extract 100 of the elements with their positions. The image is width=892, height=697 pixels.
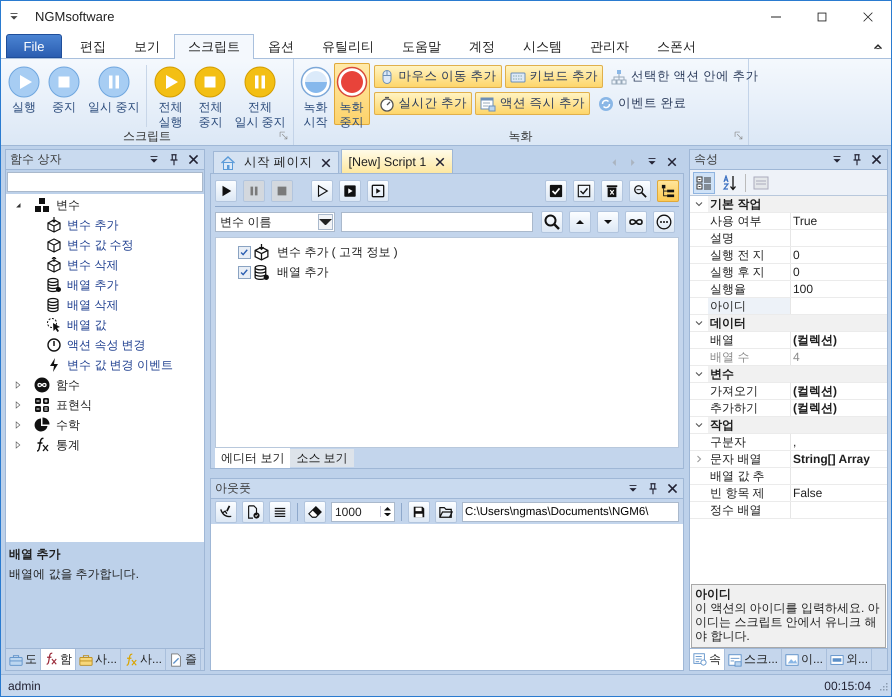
property-name[interactable]: 배열 [708, 332, 790, 348]
toolbar-button[interactable] [435, 500, 457, 522]
tree-item[interactable]: 변수 값 수정 [67, 236, 134, 254]
categorized-button[interactable] [693, 172, 715, 194]
property-value[interactable]: String[] Array [793, 452, 870, 466]
property-value[interactable]: 0 [793, 265, 800, 279]
script-item[interactable]: 변수 추가 ( 고객 정보 ) [277, 244, 398, 260]
tree-item[interactable]: 함수 [56, 376, 80, 394]
ribbon-button[interactable]: 이벤트 완료 [593, 92, 692, 115]
property-name[interactable]: 추가하기 [708, 400, 790, 416]
property-name[interactable]: 정수 배열 [708, 502, 790, 518]
panel-tab[interactable]: 속 [690, 649, 725, 670]
property-value[interactable]: 100 [793, 282, 814, 296]
property-name[interactable]: 사용 여부 [708, 213, 790, 229]
menu-tab[interactable]: 계정 [455, 34, 509, 58]
panel-tab[interactable]: 즐 [166, 649, 202, 670]
tree-item[interactable]: 변수 삭제 [67, 256, 118, 274]
number-field[interactable]: 1000 [331, 502, 395, 522]
search-field[interactable] [7, 172, 203, 192]
ribbon-button[interactable]: 중지 [45, 63, 83, 125]
tree-item[interactable]: 변수 추가 [67, 216, 118, 234]
menu-tab[interactable]: 편집 [66, 34, 120, 58]
document-tab[interactable]: 시작 페이지 [213, 151, 340, 173]
property-name[interactable]: 아이디 [708, 298, 790, 314]
path-field[interactable]: C:\Users\ngmas\Documents\NGM6\ [462, 502, 679, 522]
more-button[interactable] [653, 211, 675, 233]
toolbar-button[interactable] [629, 180, 651, 202]
toolbar-button[interactable] [269, 500, 291, 522]
property-value[interactable]: True [793, 214, 818, 228]
property-value[interactable]: , [793, 435, 796, 449]
caret-up-button[interactable] [569, 211, 591, 233]
ribbon-button[interactable]: 액션 즉시 추가 [475, 92, 590, 115]
property-value[interactable]: (컬렉션) [793, 400, 837, 416]
toolbar-button[interactable] [215, 500, 237, 522]
property-name[interactable]: 가져오기 [708, 383, 790, 399]
ribbon-button[interactable]: 일시 중지 [85, 63, 142, 125]
menu-tab[interactable]: 관리자 [576, 34, 643, 58]
property-name[interactable]: 실행율 [708, 281, 790, 297]
panel-tab[interactable]: 사... [121, 649, 166, 670]
document-tab[interactable]: [New] Script 1 [341, 149, 454, 173]
toolbar-button[interactable] [601, 180, 623, 202]
menu-tab[interactable]: 보기 [120, 34, 174, 58]
property-name[interactable]: 실행 전 지 [708, 247, 790, 263]
filter-dropdown[interactable]: 변수 이름 [215, 212, 335, 232]
dialog-launcher-button[interactable] [278, 130, 289, 141]
infinity-button[interactable] [625, 211, 647, 233]
property-value[interactable]: False [793, 486, 822, 500]
tree-item[interactable]: 배열 삭제 [67, 296, 118, 314]
tree-item[interactable]: 배열 추가 [67, 276, 118, 294]
panel-tab[interactable]: 스크... [725, 649, 782, 670]
dialog-launcher-button[interactable] [732, 130, 744, 141]
filter-field[interactable] [341, 212, 533, 232]
close-button[interactable] [666, 482, 679, 495]
tree-item[interactable]: 통계 [56, 436, 80, 454]
tree-item[interactable]: 변수 [56, 196, 80, 214]
close-button[interactable] [187, 153, 200, 166]
property-value[interactable]: (컬렉션) [793, 332, 837, 348]
tree-item[interactable]: 배열 값 [67, 316, 106, 334]
close-button[interactable] [870, 153, 883, 166]
property-name[interactable]: 배열 값 추 [708, 468, 790, 484]
file-menu-button[interactable]: File [6, 34, 62, 58]
menu-tab[interactable]: 유틸리티 [308, 34, 388, 58]
property-name[interactable]: 빈 항목 제 [708, 485, 790, 501]
toolbar-button[interactable] [215, 180, 237, 202]
property-value[interactable]: (컬렉션) [793, 382, 837, 400]
toolbar-button[interactable] [657, 180, 679, 202]
view-tab[interactable]: 에디터 보기 [215, 448, 290, 468]
panel-tab[interactable]: 함 [41, 649, 76, 670]
script-item[interactable]: 배열 추가 [277, 264, 328, 280]
close-button[interactable] [666, 156, 678, 168]
toolbar-button[interactable] [367, 180, 389, 202]
menu-tab[interactable]: 도움말 [388, 34, 455, 58]
menu-tab[interactable]: 시스템 [509, 34, 576, 58]
panel-tab[interactable]: 이... [782, 649, 828, 670]
toolbar-button[interactable] [545, 180, 567, 202]
search-button[interactable] [541, 211, 563, 233]
caret-down-button[interactable] [597, 211, 619, 233]
ribbon-button[interactable]: 마우스 이동 추가 [374, 65, 502, 88]
menu-tab[interactable]: 스폰서 [643, 34, 710, 58]
property-name[interactable]: 문자 배열 [708, 451, 790, 467]
ribbon-button[interactable]: 실행 [5, 63, 43, 125]
toolbar-button[interactable] [339, 180, 361, 202]
ribbon-button[interactable]: 실시간 추가 [374, 92, 472, 115]
tree-item[interactable]: 수학 [56, 416, 80, 434]
property-name[interactable]: 설명 [708, 230, 790, 246]
toolbar-button[interactable] [311, 180, 333, 202]
tree-item[interactable]: 표현식 [56, 396, 92, 414]
toolbar-button[interactable] [304, 500, 326, 522]
menu-tab[interactable]: 스크립트 [174, 34, 254, 59]
ribbon-button[interactable]: 선택한 액션 안에 추가 [606, 65, 764, 88]
toolbar-button[interactable] [573, 180, 595, 202]
property-name[interactable]: 구분자 [708, 434, 790, 450]
ribbon-button[interactable]: 키보드 추가 [504, 65, 604, 88]
checkbox[interactable] [238, 266, 251, 278]
tree-item[interactable]: 변수 값 변경 이벤트 [67, 356, 174, 374]
toolbar-button[interactable] [408, 500, 430, 522]
panel-tab[interactable]: 사... [76, 649, 122, 670]
checkbox[interactable] [238, 246, 251, 258]
tree-item[interactable]: 액션 속성 변경 [67, 336, 146, 354]
view-tab[interactable]: 소스 보기 [290, 449, 354, 467]
